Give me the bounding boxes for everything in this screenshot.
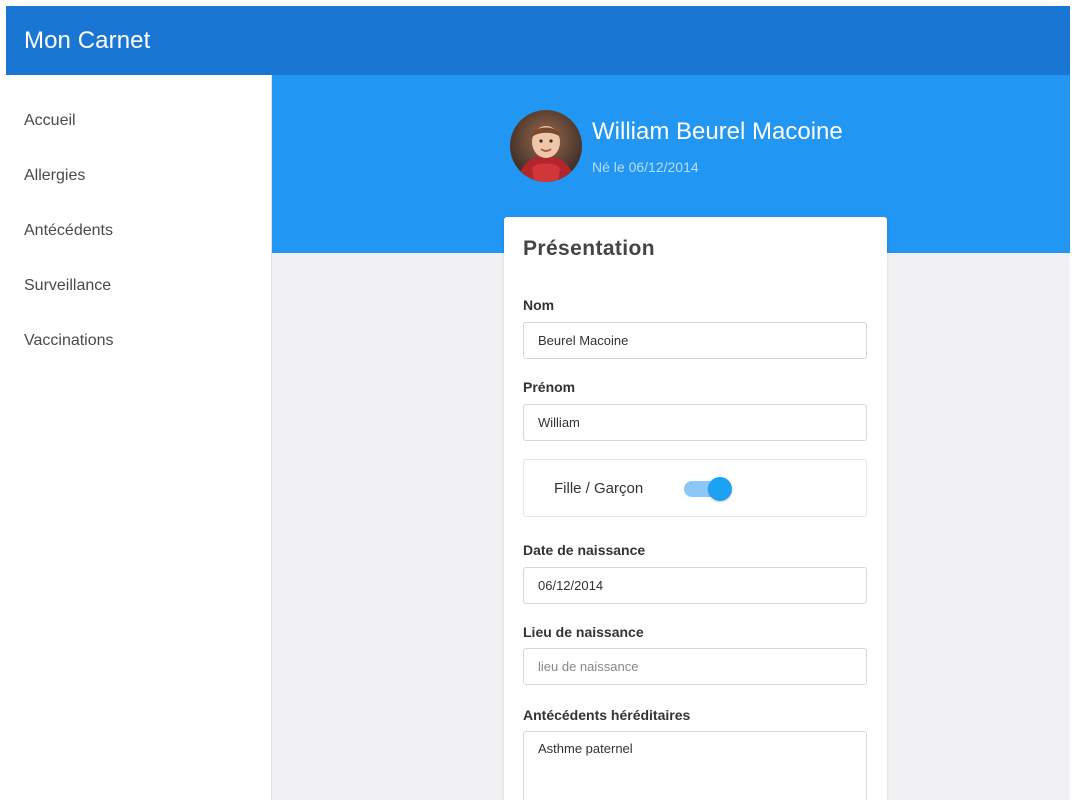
date-naissance-input[interactable] xyxy=(523,567,867,604)
nom-label: Nom xyxy=(523,297,555,313)
antecedents-textarea[interactable]: Asthme paternel xyxy=(523,731,867,800)
sidebar-item-accueil[interactable]: Accueil xyxy=(24,112,76,130)
child-photo xyxy=(510,110,582,182)
gender-toggle-label: Fille / Garçon xyxy=(554,480,644,497)
card-title: Présentation xyxy=(523,237,655,260)
lieu-naissance-label: Lieu de naissance xyxy=(523,624,644,640)
date-naissance-label: Date de naissance xyxy=(523,542,646,558)
gender-toggle-switch[interactable] xyxy=(684,477,734,501)
antecedents-label: Antécédents héréditaires xyxy=(523,707,691,723)
presentation-card: Présentation Nom Prénom Fille / Garçon D… xyxy=(504,217,887,800)
lieu-naissance-input[interactable] xyxy=(523,648,867,685)
birth-date-subtitle: Né le 06/12/2014 xyxy=(592,159,699,175)
prenom-input[interactable] xyxy=(523,404,867,441)
gender-toggle-box: Fille / Garçon xyxy=(523,459,867,517)
sidebar: Accueil Allergies Antécédents Surveillan… xyxy=(6,75,272,800)
nom-input[interactable] xyxy=(523,322,867,359)
app-title: Mon Carnet xyxy=(24,26,151,54)
sidebar-item-vaccinations[interactable]: Vaccinations xyxy=(24,332,114,350)
sidebar-item-allergies[interactable]: Allergies xyxy=(24,167,85,185)
child-name: William Beurel Macoine xyxy=(592,118,843,145)
sidebar-item-surveillance[interactable]: Surveillance xyxy=(24,277,111,295)
switch-thumb xyxy=(708,477,732,501)
sidebar-item-antecedents[interactable]: Antécédents xyxy=(24,222,113,240)
main-content: William Beurel Macoine Né le 06/12/2014 … xyxy=(272,75,1070,800)
app-root: Mon Carnet Accueil Allergies Antécédents… xyxy=(0,0,1076,800)
avatar xyxy=(510,110,582,182)
prenom-label: Prénom xyxy=(523,379,576,395)
app-header: Mon Carnet xyxy=(6,6,1070,75)
